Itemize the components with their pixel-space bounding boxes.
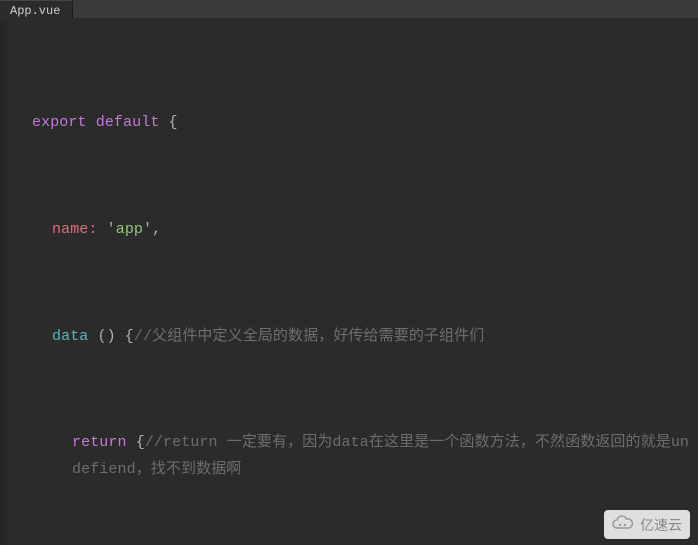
code-line: data () {//父组件中定义全局的数据，好传给需要的子组件们 <box>14 324 698 351</box>
code-editor: App.vue export default { name: 'app', da… <box>0 0 698 545</box>
comment: //return 一定要有，因为data在这里是一个函数方法，不然函数返回的就是… <box>72 434 689 478</box>
cloud-icon <box>610 514 634 532</box>
fn-data: data <box>52 328 88 345</box>
keyword-return: return <box>72 434 127 451</box>
code-line: name: 'app', <box>14 217 698 244</box>
keyword-export: export <box>32 114 87 131</box>
keyword-default: default <box>96 114 160 131</box>
tab-app-vue[interactable]: App.vue <box>0 0 73 18</box>
code-line: export default { <box>14 110 698 137</box>
brace: { <box>127 434 145 451</box>
tab-filename: App.vue <box>10 4 60 18</box>
args: () { <box>88 328 134 345</box>
watermark-text: 亿速云 <box>640 515 682 535</box>
comment: //父组件中定义全局的数据，好传给需要的子组件们 <box>134 328 484 345</box>
watermark-badge: 亿速云 <box>604 510 690 539</box>
comma: , <box>152 221 161 238</box>
string: 'app' <box>98 221 153 238</box>
brace: { <box>159 114 177 131</box>
code-area[interactable]: export default { name: 'app', data () {/… <box>0 18 698 545</box>
prop-name: name: <box>52 221 98 238</box>
code-line: return {//return 一定要有，因为data在这里是一个函数方法，不… <box>14 430 698 483</box>
tab-bar: App.vue <box>0 0 698 18</box>
